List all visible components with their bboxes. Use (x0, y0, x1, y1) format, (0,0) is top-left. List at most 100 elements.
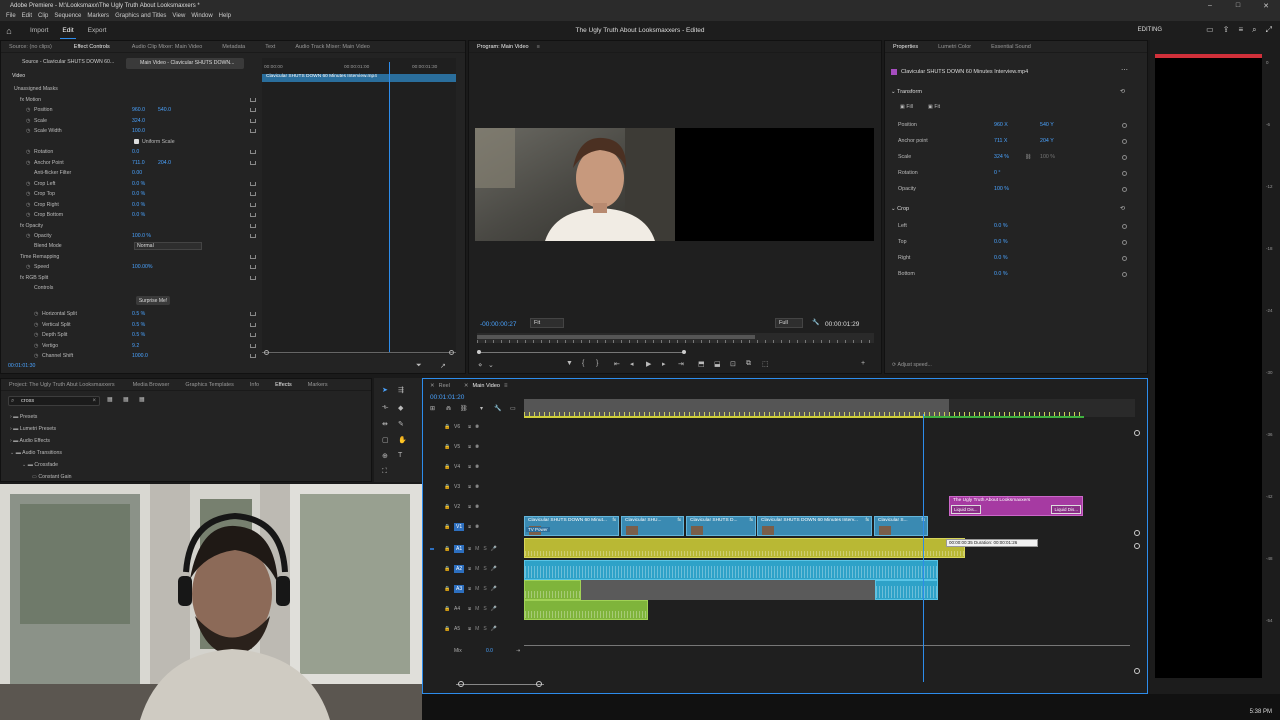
effects-tree-item[interactable]: ⌄ ▬ Audio Transitions (10, 450, 62, 456)
property-value[interactable]: 324 % (994, 154, 1009, 160)
ripple-edit-icon[interactable]: ⟛ (382, 404, 388, 412)
ec-value[interactable]: 0.0 % (132, 181, 145, 187)
clear-search-icon[interactable]: × (92, 398, 96, 404)
audio-clip-a3-left[interactable] (524, 580, 581, 600)
effects-tree-item[interactable]: ⌄ ▬ Crossfade (22, 462, 58, 468)
add-marker-icon[interactable]: ▼ (566, 360, 573, 367)
crop-value[interactable]: 0.0 % (994, 223, 1008, 229)
track-name[interactable]: A2 (454, 565, 465, 573)
linked-selection-icon[interactable]: ⛓ (460, 405, 468, 412)
slip-tool-icon[interactable]: ⇹ (382, 420, 388, 428)
nest-icon[interactable]: ⊞ (430, 405, 435, 412)
ec-value[interactable]: 711.0 (132, 160, 145, 166)
sequence-selector[interactable]: Main Video - Clavicular SHUTS DOWN... (126, 58, 244, 69)
ec-value[interactable]: 0.00 (132, 170, 142, 176)
uniform-scale-checkbox[interactable] (134, 139, 139, 144)
go-to-out-icon[interactable]: ⇥ (678, 360, 684, 368)
ec-playhead[interactable] (389, 62, 390, 352)
track-mute-solo-icons[interactable]: ⧈MS🎤 (468, 546, 501, 552)
lock-icon[interactable]: 🔒 (444, 626, 450, 632)
mark-in-icon[interactable]: { (582, 360, 584, 367)
menu-file[interactable]: File (6, 13, 16, 19)
keyframe-toggle-icon[interactable] (1122, 154, 1127, 160)
tab-metadata[interactable]: Metadata (222, 44, 245, 50)
fullscreen-icon[interactable]: ⤢ (1266, 25, 1272, 35)
tab-lumetri[interactable]: Lumetri Color (938, 44, 971, 50)
lock-icon[interactable]: 🔒 (444, 586, 450, 592)
ec-value[interactable]: 0.0 % (132, 191, 145, 197)
tv-power-effect[interactable]: TV Power (526, 527, 550, 532)
transform-reset-icon[interactable]: ⟲ (1120, 88, 1125, 95)
fit-dropdown[interactable]: Fit (530, 318, 564, 328)
video-clip[interactable]: Clavicular S...fx (874, 516, 928, 536)
minimize-icon[interactable]: – (1196, 0, 1224, 11)
source-selector[interactable]: Source - Clavicular SHUTS DOWN 60... (22, 59, 122, 69)
keyframe-toggle-icon[interactable] (1122, 186, 1127, 192)
video-clip[interactable]: Clavicular SHU... fx (621, 516, 684, 536)
track-name[interactable]: A5 (454, 626, 460, 632)
quality-dropdown[interactable]: Full (775, 318, 803, 328)
add-marker-timeline-icon[interactable]: ▾ (480, 405, 483, 412)
reset-icon[interactable] (250, 276, 256, 280)
home-icon[interactable]: ⌂ (0, 21, 18, 40)
mix-value[interactable]: 0.0 (486, 648, 493, 654)
track-toggle-icons[interactable]: ⧈◉ (468, 424, 483, 430)
compare-icon[interactable]: ⧉ (746, 360, 751, 368)
property-value[interactable]: 711 X (994, 138, 1007, 144)
lock-icon[interactable]: 🔒 (444, 524, 450, 530)
workspace-label[interactable]: EDITING (1138, 27, 1162, 33)
track-mute-solo-icons[interactable]: ⧈MS🎤 (468, 566, 501, 572)
reset-icon[interactable] (250, 354, 256, 358)
stopwatch-icon[interactable]: ◷ (26, 118, 30, 124)
quick-export-icon[interactable]: ▭ (1206, 25, 1214, 35)
ec-value-secondary[interactable]: 540.0 (158, 107, 171, 113)
ec-timecode[interactable]: 00:01:01:30 (8, 363, 35, 369)
vr-icon[interactable]: ⬚ (762, 360, 769, 368)
export-frame-icon[interactable]: ↗ (440, 362, 446, 370)
reset-icon[interactable] (250, 265, 256, 269)
close-reel-icon[interactable]: ✕ (430, 383, 435, 389)
close-icon[interactable]: ✕ (1252, 0, 1280, 11)
vscroll-top-handle[interactable] (1134, 430, 1140, 436)
track-name[interactable]: V1 (454, 523, 465, 531)
stopwatch-icon[interactable]: ◷ (34, 311, 38, 317)
reset-icon[interactable] (250, 161, 256, 165)
timeline-playhead[interactable] (923, 414, 924, 682)
tab-source[interactable]: Source: (no clips) (9, 44, 52, 50)
property-value-secondary[interactable]: 204 Y (1040, 138, 1054, 144)
timeline-zoom-scroll[interactable] (456, 681, 544, 687)
keyframe-toggle-icon[interactable] (1122, 138, 1127, 144)
ec-value[interactable]: 0.5 % (132, 322, 145, 328)
vscroll-bottom-handle[interactable] (1134, 668, 1140, 674)
stopwatch-icon[interactable]: ◷ (34, 322, 38, 328)
fill-button[interactable]: ▣ Fill (900, 104, 913, 110)
menu-icon[interactable]: ≡ (1238, 25, 1243, 35)
ec-value[interactable]: 0.5 % (132, 311, 145, 317)
close-main-video-icon[interactable]: ✕ (464, 383, 469, 389)
marker-icon[interactable]: ⋄ (478, 361, 482, 369)
title-clip[interactable]: The Ugly Truth About Looksmaxxers Liquid… (949, 496, 1083, 516)
reset-icon[interactable] (250, 203, 256, 207)
program-menu-icon[interactable]: ≡ (537, 44, 540, 50)
menu-sequence[interactable]: Sequence (54, 13, 81, 19)
track-mute-solo-icons[interactable]: ⧈MS🎤 (468, 626, 501, 632)
stopwatch-icon[interactable]: ◷ (26, 191, 30, 197)
tab-audio-clip-mixer[interactable]: Audio Clip Mixer: Main Video (132, 44, 203, 50)
filter-icon[interactable]: ⏷ (416, 362, 422, 370)
reset-icon[interactable] (250, 98, 256, 102)
reset-icon[interactable] (250, 312, 256, 316)
tab-effects[interactable]: Effects (275, 382, 292, 388)
program-current-time[interactable]: -00:00:00:27 (480, 321, 517, 328)
crop-reset-icon[interactable]: ⟲ (1120, 205, 1125, 212)
lock-icon[interactable]: 🔒 (444, 504, 450, 510)
camera-icon[interactable]: ⊡ (730, 360, 736, 368)
transform-tool-icon[interactable]: ⛶ (382, 468, 387, 476)
program-time-ruler[interactable] (477, 333, 874, 343)
stopwatch-icon[interactable]: ◷ (26, 212, 30, 218)
lock-icon[interactable]: 🔒 (444, 606, 450, 612)
transform-heading[interactable]: ⌄ Transform (891, 89, 922, 95)
video-clip[interactable]: Clavicular SHUTS DOWN 60 Minutes Interv.… (757, 516, 872, 536)
properties-more-icon[interactable]: ⋯ (1121, 66, 1128, 74)
effects-tree-item[interactable]: › ▬ Lumetri Presets (10, 426, 56, 432)
track-name[interactable]: A1 (454, 545, 465, 553)
